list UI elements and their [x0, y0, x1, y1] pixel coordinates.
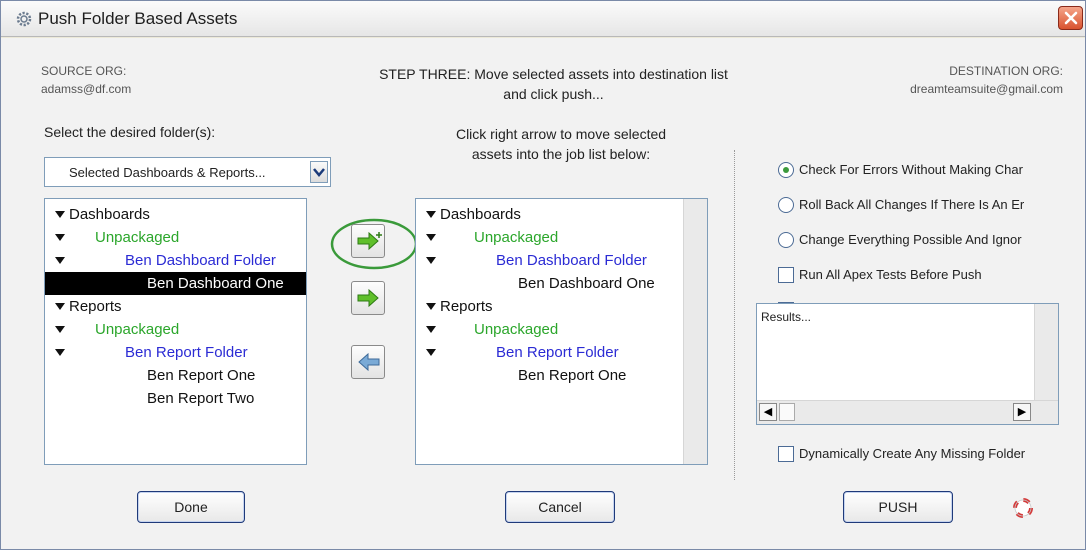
folder-dropdown-value: Selected Dashboards & Reports...: [69, 165, 266, 180]
cancel-button[interactable]: Cancel: [505, 491, 615, 523]
results-vertical-scrollbar[interactable]: [1034, 304, 1058, 401]
option-checkbox[interactable]: [778, 267, 794, 283]
expand-triangle-icon[interactable]: [55, 303, 65, 310]
tree-item-label: Ben Dashboard One: [518, 275, 655, 292]
tree-item-label: Unpackaged: [95, 229, 180, 246]
source-org-value: adamss@df.com: [41, 82, 132, 96]
tree-row[interactable]: Ben Report Two: [45, 387, 306, 410]
expand-triangle-icon[interactable]: [426, 257, 436, 264]
dropdown-toggle[interactable]: [310, 161, 328, 183]
option-label: Check For Errors Without Making Char: [799, 162, 1023, 177]
expand-triangle-icon[interactable]: [55, 234, 65, 241]
step-line-1: STEP THREE: Move selected assets into de…: [379, 66, 728, 82]
move-all-right-icon: [357, 232, 382, 251]
column-divider: [734, 150, 735, 480]
tree-item-label: Ben Report Two: [147, 390, 255, 407]
source-org-label: SOURCE ORG:: [41, 64, 127, 78]
tree-row[interactable]: Ben Report Folder: [45, 341, 306, 364]
expand-triangle-icon[interactable]: [426, 326, 436, 333]
option-label: Run All Apex Tests Before Push: [799, 267, 982, 282]
tree-item-label: Ben Dashboard Folder: [125, 252, 276, 269]
move-left-button[interactable]: [351, 345, 385, 379]
tree-row[interactable]: Unpackaged: [416, 226, 683, 249]
tree-item-label: Ben Report Folder: [125, 344, 248, 361]
tree-row[interactable]: Ben Report One: [45, 364, 306, 387]
step-line-2: and click push...: [503, 86, 604, 102]
window-title: Push Folder Based Assets: [38, 9, 238, 28]
tree-row[interactable]: Unpackaged: [45, 318, 306, 341]
job-list-panel: Dashboards Unpackaged Ben Dashboard Folder…: [415, 198, 708, 465]
tree-row[interactable]: Ben Report One: [416, 364, 683, 387]
move-right-icon: [357, 289, 379, 308]
expand-triangle-icon[interactable]: [426, 349, 436, 356]
source-tree-panel: Dashboards Unpackaged Ben Dashboard Folder…: [44, 198, 307, 465]
expand-triangle-icon[interactable]: [55, 349, 65, 356]
tree-row[interactable]: Ben Dashboard One: [416, 272, 683, 295]
move-left-icon: [358, 353, 380, 372]
tree-item-label: Dashboards: [440, 206, 521, 223]
dialog-window: Push Folder Based Assets SOURCE ORG: ada…: [0, 0, 1086, 550]
move-all-right-button[interactable]: [351, 224, 385, 258]
destination-org-value: dreamteamsuite@gmail.com: [910, 82, 1063, 96]
tree-item-label: Unpackaged: [474, 229, 559, 246]
help-lifesaver-icon[interactable]: [1013, 498, 1033, 518]
chevron-down-icon: [313, 168, 325, 177]
option-radio[interactable]: [778, 197, 794, 213]
dynamic-folder-label: Dynamically Create Any Missing Folder: [799, 446, 1026, 461]
close-button[interactable]: [1058, 6, 1083, 30]
tree-row[interactable]: Unpackaged: [416, 318, 683, 341]
tree-row[interactable]: Ben Dashboard Folder: [416, 249, 683, 272]
option-radio[interactable]: [778, 232, 794, 248]
tree-item-label: Ben Report One: [518, 367, 627, 384]
tree-row[interactable]: Unpackaged: [45, 226, 306, 249]
tree-item-label: Ben Report Folder: [496, 344, 619, 361]
middle-instruction-line-1: Click right arrow to move selected: [455, 126, 667, 142]
middle-instruction-line-2: assets into the job list below:: [471, 146, 651, 162]
tree-row[interactable]: Reports: [416, 295, 683, 318]
tree-row[interactable]: Ben Dashboard Folder: [45, 249, 306, 272]
close-icon: [1064, 11, 1078, 25]
gear-icon: [16, 11, 32, 27]
expand-triangle-icon[interactable]: [426, 303, 436, 310]
tree-row[interactable]: Ben Dashboard One: [45, 272, 306, 295]
tree-item-label: Reports: [69, 298, 122, 315]
expand-triangle-icon[interactable]: [55, 211, 65, 218]
move-right-button[interactable]: [351, 281, 385, 315]
expand-triangle-icon[interactable]: [55, 257, 65, 264]
expand-triangle-icon[interactable]: [55, 326, 65, 333]
done-button[interactable]: Done: [137, 491, 245, 523]
tree-row[interactable]: Ben Report Folder: [416, 341, 683, 364]
middle-instruction: Click right arrow to move selected asset…: [411, 124, 711, 164]
destination-org-label: DESTINATION ORG:: [949, 64, 1063, 78]
tree-item-label: Unpackaged: [474, 321, 559, 338]
job-list-scrollbar[interactable]: [683, 199, 707, 464]
title-bar: Push Folder Based Assets: [1, 1, 1085, 37]
results-horizontal-scrollbar[interactable]: ◀ ▶: [757, 400, 1058, 424]
scroll-left-button[interactable]: ◀: [759, 403, 777, 421]
results-panel: Results... ◀ ▶: [756, 303, 1059, 425]
tree-item-label: Unpackaged: [95, 321, 180, 338]
scroll-right-button[interactable]: ▶: [1013, 403, 1031, 421]
folder-dropdown[interactable]: Selected Dashboards & Reports...: [44, 157, 331, 187]
expand-triangle-icon[interactable]: [426, 234, 436, 241]
dialog-content: SOURCE ORG: adamss@df.com STEP THREE: Mo…: [1, 38, 1085, 549]
option-radio[interactable]: [778, 162, 794, 178]
tree-item-label: Ben Dashboard Folder: [496, 252, 647, 269]
tree-row[interactable]: Dashboards: [45, 203, 306, 226]
option-label: Roll Back All Changes If There Is An Er: [799, 197, 1025, 212]
step-instructions: STEP THREE: Move selected assets into de…: [316, 64, 791, 104]
expand-triangle-icon[interactable]: [426, 211, 436, 218]
left-instruction: Select the desired folder(s):: [44, 124, 216, 140]
results-text: Results...: [761, 310, 812, 324]
tree-row[interactable]: Dashboards: [416, 203, 683, 226]
tree-item-label: Ben Report One: [147, 367, 256, 384]
scroll-thumb[interactable]: [779, 403, 795, 421]
dynamic-folder-checkbox[interactable]: [778, 446, 794, 462]
push-button[interactable]: PUSH: [843, 491, 953, 523]
tree-item-label: Reports: [440, 298, 493, 315]
tree-row[interactable]: Reports: [45, 295, 306, 318]
tree-item-label: Ben Dashboard One: [147, 275, 284, 292]
tree-item-label: Dashboards: [69, 206, 150, 223]
option-label: Change Everything Possible And Ignor: [799, 232, 1022, 247]
